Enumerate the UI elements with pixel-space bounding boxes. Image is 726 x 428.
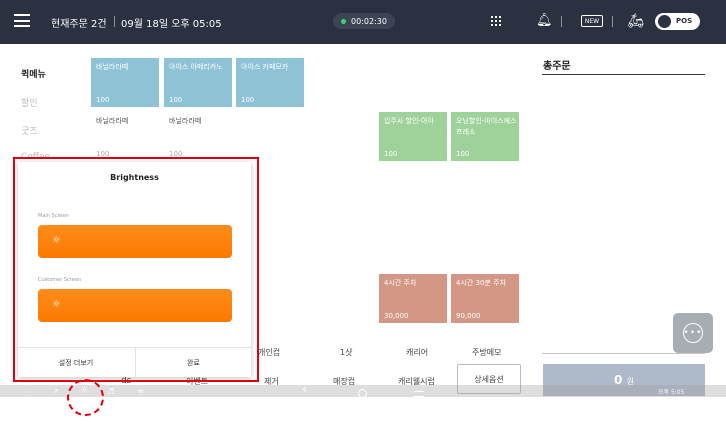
pos-toggle-label: POS xyxy=(676,17,693,25)
product-tile[interactable]: 오닝할인-아이스에스프레소 100 xyxy=(451,112,519,161)
one-shot-button[interactable]: 1샷 xyxy=(340,347,352,358)
more-icon[interactable]: ⋯ xyxy=(24,386,31,398)
wifi-icon[interactable]: ≈ xyxy=(137,386,145,398)
header-divider xyxy=(561,16,562,27)
top-bar: 현재주문 2건 09월 18일 오후 05:05 00:02:30 🔔︎ NEW… xyxy=(0,0,726,44)
recent-apps-icon[interactable] xyxy=(414,391,424,397)
toggle-knob xyxy=(658,15,671,28)
more-settings-button[interactable]: 설정 더보기 xyxy=(18,348,134,378)
customer-screen-brightness-slider[interactable]: ☼ xyxy=(38,289,232,322)
header-datetime: 09월 18일 오후 05:05 xyxy=(121,19,222,30)
kitchen-memo-button[interactable]: 주방메모 xyxy=(472,347,501,358)
category-quick-menu[interactable]: 퀵메뉴 xyxy=(21,67,46,80)
header-divider xyxy=(612,16,613,27)
product-tile[interactable]: 아이스 아메리카노 100 xyxy=(164,58,232,107)
product-name: 바닐라라떼 xyxy=(96,63,129,71)
system-clock: 오후 5:05 xyxy=(658,389,685,396)
product-price: 100 xyxy=(169,96,183,104)
product-tile[interactable]: 바닐라라떼 100 xyxy=(91,112,159,161)
back-icon[interactable]: ‹ xyxy=(302,383,307,396)
new-badge[interactable]: NEW xyxy=(581,15,603,27)
timer-text: 00:02:30 xyxy=(351,16,387,26)
personal-cup-button[interactable]: 개인컵 xyxy=(258,347,280,358)
carrier-button[interactable]: 캐리어 xyxy=(406,347,428,358)
grid-icon[interactable] xyxy=(491,16,501,26)
product-price: 100 xyxy=(384,150,398,158)
bell-icon[interactable]: 🔔︎ xyxy=(536,12,553,30)
main-screen-brightness-slider[interactable]: ☼ xyxy=(38,225,232,258)
header-divider xyxy=(114,16,115,27)
category-goods[interactable]: 굿즈 xyxy=(21,124,38,137)
product-tile[interactable]: 4시간 30분 주차 90,000 xyxy=(451,274,519,323)
product-name: 아이스 카페모카 xyxy=(241,63,289,71)
summary-divider xyxy=(542,353,705,354)
product-name: 4시간 30분 주차 xyxy=(456,279,507,287)
product-tile[interactable]: 아이스 카페모카 100 xyxy=(236,58,304,107)
more-options-button[interactable]: ••• xyxy=(673,313,713,353)
sun-icon: ☼ xyxy=(52,235,61,246)
menu-icon[interactable] xyxy=(14,14,30,27)
product-tile[interactable]: 바닐라라떼 100 xyxy=(91,58,159,107)
customer-screen-label: Customer Screen xyxy=(38,277,82,283)
product-price: 100 xyxy=(241,96,255,104)
main-screen-label: Main Screen xyxy=(38,213,69,219)
order-panel-title: 총주문 xyxy=(543,61,571,72)
more-dots-icon: ••• xyxy=(683,323,703,343)
product-price: 30,000 xyxy=(384,312,409,320)
timer-pill: 00:02:30 xyxy=(333,13,395,29)
pos-toggle[interactable]: POS xyxy=(655,13,700,30)
product-price: 100 xyxy=(169,150,183,158)
done-button[interactable]: 완료 xyxy=(135,348,251,378)
product-price: 90,000 xyxy=(456,312,481,320)
home-icon[interactable] xyxy=(358,389,367,398)
product-price: 100 xyxy=(96,96,110,104)
category-coffee[interactable]: Coffee xyxy=(21,152,50,162)
product-name: 오닝할인-아이스에스프레소 xyxy=(456,117,517,136)
product-name: 4시간 주차 xyxy=(384,279,417,287)
order-panel-divider xyxy=(542,74,705,75)
expand-icon[interactable]: ↗ xyxy=(52,386,59,398)
dialog-footer: 설정 더보기 완료 xyxy=(18,347,251,378)
timer-status-dot xyxy=(341,18,347,24)
product-tile[interactable]: 바닐라라떼 100 xyxy=(164,112,232,161)
category-discount[interactable]: 할인 xyxy=(21,96,38,109)
product-tile[interactable]: 입주사 할인-아아 100 xyxy=(379,112,447,161)
dialog-title: Brightness xyxy=(110,173,159,182)
product-name: 아이스 아메리카노 xyxy=(169,63,223,71)
product-name: 바닐라라떼 xyxy=(169,117,202,125)
current-order-count[interactable]: 현재주문 2건 xyxy=(51,15,107,30)
brightness-dialog: Brightness Main Screen ☼ Customer Screen… xyxy=(18,162,251,378)
product-name: 입주사 할인-아아 xyxy=(384,117,434,125)
delivery-scooter-icon[interactable]: 🛵︎ xyxy=(627,12,645,30)
product-price: 100 xyxy=(456,150,470,158)
volume-icon[interactable]: ♬ xyxy=(107,386,114,398)
sun-icon: ☼ xyxy=(52,299,61,310)
product-price: 100 xyxy=(96,150,110,158)
product-name: 바닐라라떼 xyxy=(96,117,129,125)
product-tile[interactable]: 4시간 주차 30,000 xyxy=(379,274,447,323)
brightness-icon[interactable]: ☼ xyxy=(80,385,89,397)
